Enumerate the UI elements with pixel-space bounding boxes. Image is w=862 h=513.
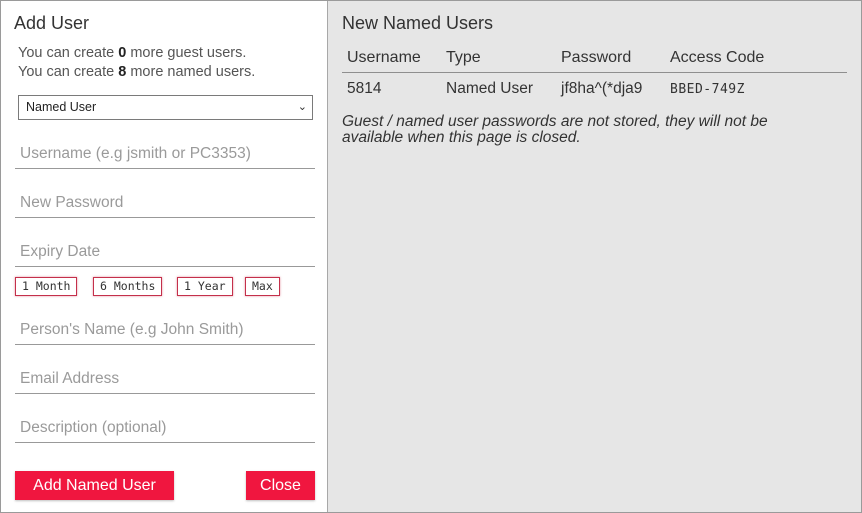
description-field[interactable] xyxy=(15,417,315,443)
password-field[interactable] xyxy=(15,192,315,218)
close-button[interactable]: Close xyxy=(246,471,315,500)
new-users-title: New Named Users xyxy=(342,13,494,33)
email-field[interactable] xyxy=(15,368,315,394)
expiry-max-button[interactable]: Max xyxy=(245,277,280,296)
table-row: 5814 Named User jf8ha^(*dja9 BBED-749Z xyxy=(342,73,847,105)
guest-quota-text: You can create 0 more guest users. xyxy=(18,45,246,61)
table-header: Username Type Password Access Code xyxy=(342,46,847,73)
quota-prefix: You can create xyxy=(18,64,119,80)
quota-suffix: more named users. xyxy=(126,64,256,80)
named-quota-text: You can create 8 more named users. xyxy=(18,64,255,80)
cell-access-code: BBED-749Z xyxy=(670,82,745,97)
add-user-panel: Add User You can create 0 more guest use… xyxy=(1,1,328,512)
new-users-panel: New Named Users Username Type Password A… xyxy=(328,1,861,512)
chevron-down-icon: ⌄ xyxy=(297,101,307,113)
expiry-1-year-button[interactable]: 1 Year xyxy=(177,277,233,296)
column-header-password: Password xyxy=(561,49,632,66)
column-header-username: Username xyxy=(347,49,421,66)
add-user-dialog: Add User You can create 0 more guest use… xyxy=(0,0,862,513)
add-named-user-button[interactable]: Add Named User xyxy=(15,471,174,500)
column-header-type: Type xyxy=(446,49,481,66)
password-notice: Guest / named user passwords are not sto… xyxy=(342,113,768,146)
expiry-6-months-button[interactable]: 6 Months xyxy=(93,277,163,296)
cell-username: 5814 xyxy=(347,80,382,97)
column-header-access-code: Access Code xyxy=(670,49,765,66)
new-users-table: Username Type Password Access Code 5814 … xyxy=(342,46,847,105)
person-name-field[interactable] xyxy=(15,319,315,345)
user-type-value: Named User xyxy=(26,100,97,114)
username-field[interactable] xyxy=(15,143,315,169)
expiry-1-month-button[interactable]: 1 Month xyxy=(15,277,78,296)
expiry-date-field[interactable] xyxy=(15,241,315,267)
quota-suffix: more guest users. xyxy=(126,45,247,61)
user-type-select[interactable]: Named User ⌄ xyxy=(18,95,313,120)
quota-prefix: You can create xyxy=(18,45,119,61)
cell-type: Named User xyxy=(446,80,533,97)
cell-password: jf8ha^(*dja9 xyxy=(561,80,643,97)
panel-title: Add User xyxy=(14,13,90,33)
